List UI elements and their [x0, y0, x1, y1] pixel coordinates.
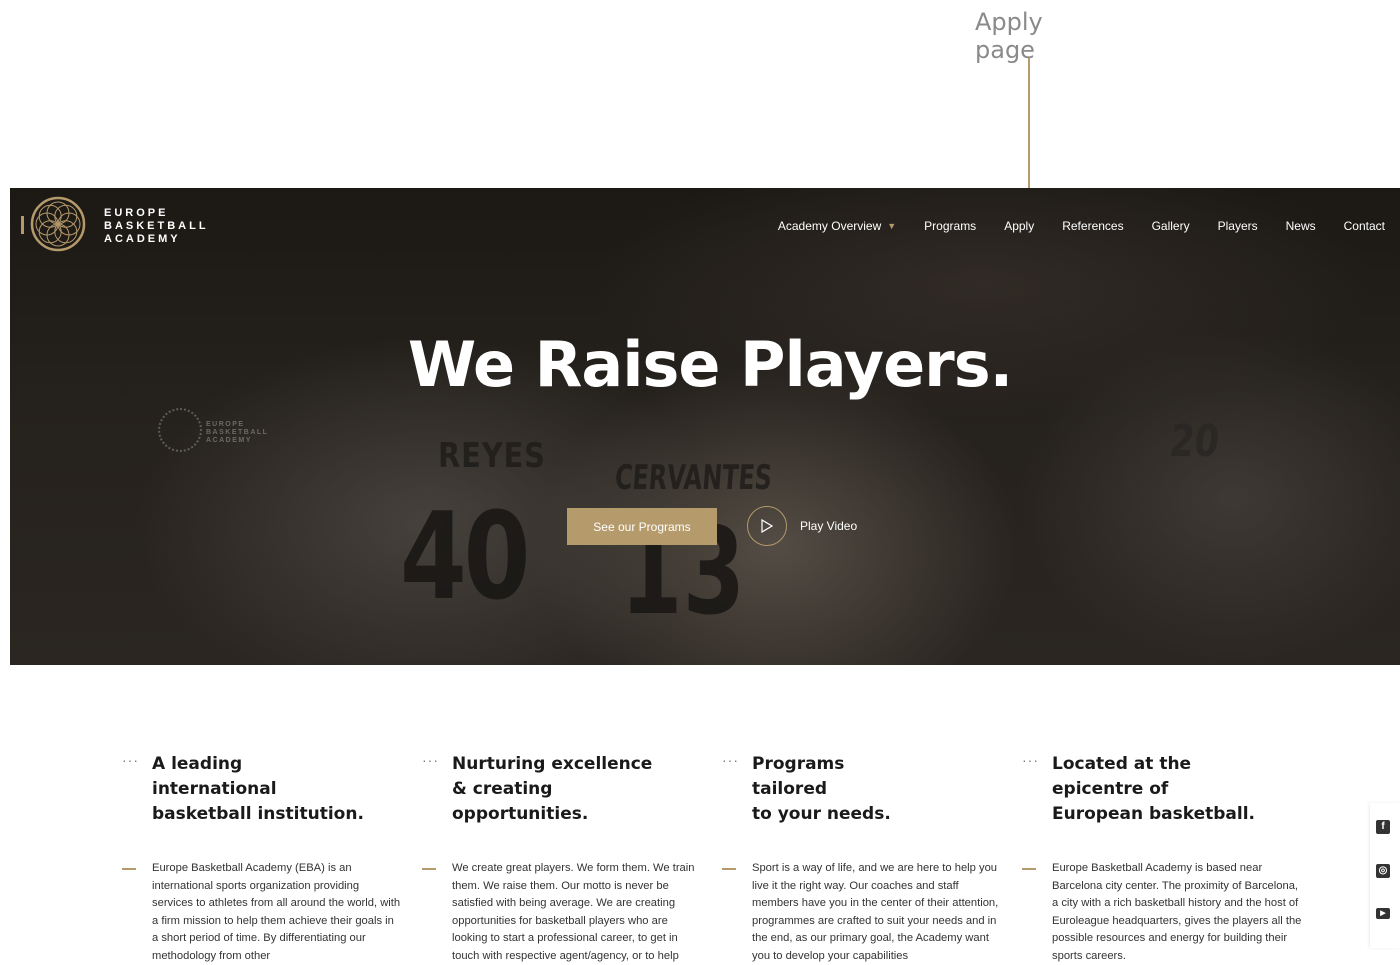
nav-item-label: Academy Overview [777, 219, 882, 233]
academy-logo-icon[interactable] [30, 196, 86, 252]
annotation-label: Apply page [975, 8, 1043, 64]
social-links: f ◎ ▶ [1370, 803, 1400, 948]
nav-item-news[interactable]: News [1286, 219, 1316, 233]
feature-column: ··· Nurturing excellence & creating oppo… [422, 752, 712, 962]
feature-column: ··· Programs tailored to your needs. Spo… [722, 752, 1012, 962]
nav-item-gallery[interactable]: Gallery [1152, 219, 1190, 233]
nav-item-programs[interactable]: Programs [924, 219, 976, 233]
wordmark-line: BASKETBALL [104, 220, 209, 232]
accent-dash [122, 868, 136, 870]
feature-title: Programs tailored to your needs. [752, 754, 891, 824]
youtube-icon[interactable]: ▶ [1376, 908, 1390, 919]
ellipsis-icon: ··· [122, 752, 139, 768]
accent-dash [422, 868, 436, 870]
feature-body: We create great players. We form them. W… [452, 862, 695, 962]
feature-title: A leading international basketball insti… [152, 754, 364, 824]
accent-dash [1022, 868, 1036, 870]
play-video-button[interactable] [747, 506, 787, 546]
main-nav: Academy Overview ▼ Programs Apply Refere… [750, 219, 1385, 233]
feature-body: Europe Basketball Academy (EBA) is an in… [152, 862, 401, 962]
play-video-label[interactable]: Play Video [800, 519, 857, 533]
nav-item-contact[interactable]: Contact [1344, 219, 1385, 233]
wordmark-line: EUROPE [104, 207, 169, 219]
ellipsis-icon: ··· [422, 752, 439, 768]
feature-title: Located at the epicentre of European bas… [1052, 754, 1255, 824]
jersey-number-text: 20 [1167, 416, 1222, 467]
see-programs-button[interactable]: See our Programs [567, 508, 717, 545]
annotation-pointer-line [1028, 58, 1030, 205]
wordmark-line: ACADEMY [104, 233, 181, 245]
nav-item-apply[interactable]: Apply [1004, 219, 1034, 233]
ellipsis-icon: ··· [1022, 752, 1039, 768]
jersey-name-text: REYES [438, 436, 546, 476]
hero-section: REYES 40 CERVANTES 13 20 EUROPE BASKETBA… [10, 188, 1400, 665]
chevron-down-icon: ▼ [887, 221, 897, 231]
academy-wordmark[interactable]: EUROPE BASKETBALL ACADEMY [104, 207, 209, 246]
feature-column: ··· Located at the epicentre of European… [1022, 752, 1312, 962]
jersey-name-text: CERVANTES [613, 458, 774, 498]
hero-headline: We Raise Players. [407, 328, 1013, 401]
nav-item-academy-overview[interactable]: Academy Overview ▼ [778, 219, 896, 233]
feature-title: Nurturing excellence & creating opportun… [452, 754, 653, 824]
shirt-logo-icon [158, 408, 202, 452]
play-icon [761, 519, 773, 533]
nav-item-references[interactable]: References [1062, 219, 1123, 233]
feature-column: ··· A leading international basketball i… [122, 752, 412, 962]
shirt-logo-text: EUROPE BASKETBALL ACADEMY [206, 421, 269, 444]
jersey-number-text: 40 [400, 488, 530, 627]
facebook-icon[interactable]: f [1376, 820, 1390, 834]
instagram-icon[interactable]: ◎ [1376, 864, 1390, 878]
feature-body: Europe Basketball Academy is based near … [1052, 862, 1302, 962]
ellipsis-icon: ··· [722, 752, 739, 768]
feature-body: Sport is a way of life, and we are here … [752, 862, 999, 962]
nav-item-players[interactable]: Players [1218, 219, 1258, 233]
accent-dash [722, 868, 736, 870]
logo-accent-bar [21, 216, 24, 234]
